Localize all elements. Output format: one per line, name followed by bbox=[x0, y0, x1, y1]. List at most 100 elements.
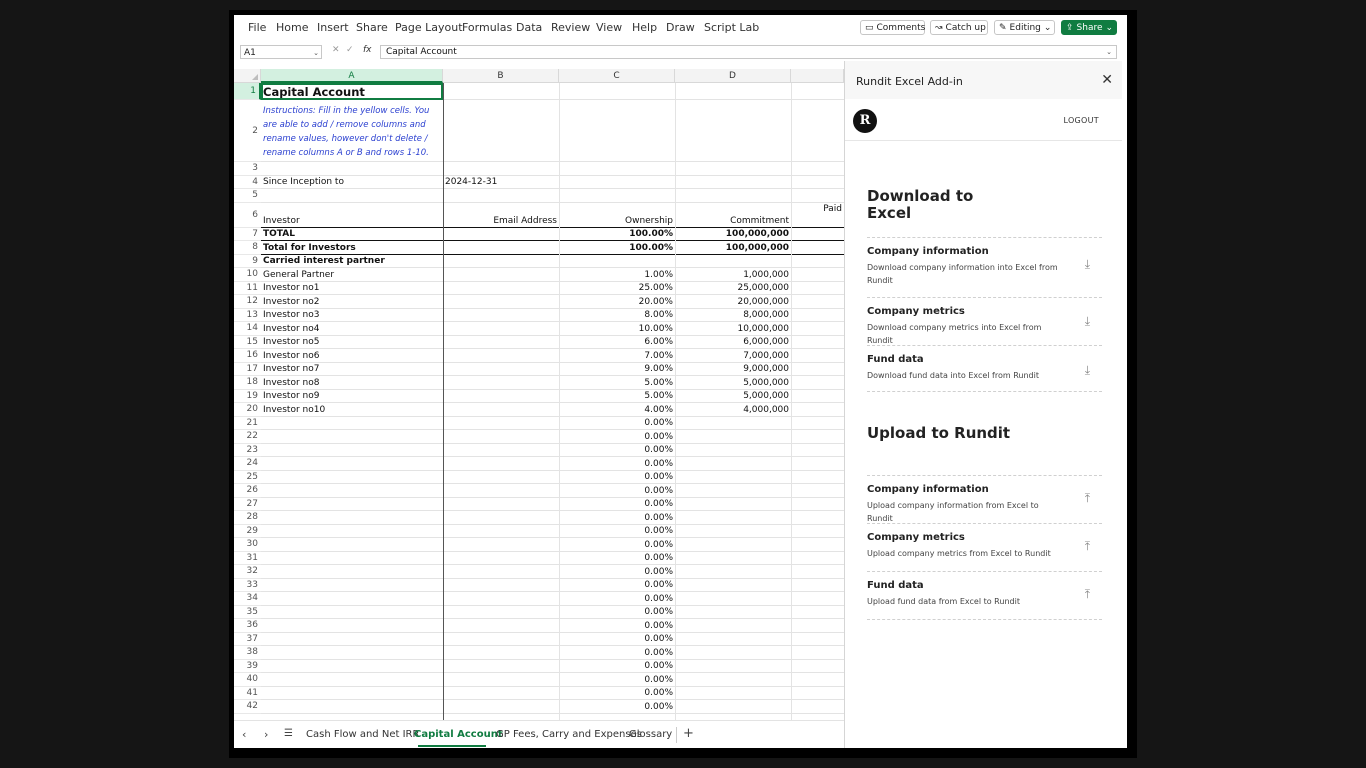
cell-c[interactable]: 0.00% bbox=[561, 553, 673, 563]
row-header[interactable]: 31 bbox=[234, 551, 261, 565]
row-header[interactable]: 26 bbox=[234, 484, 261, 498]
column-header-d[interactable]: D bbox=[675, 69, 791, 83]
row-header[interactable]: 12 bbox=[234, 295, 261, 309]
cell-a[interactable]: TOTAL bbox=[263, 229, 441, 239]
cell-c[interactable]: Ownership bbox=[561, 216, 673, 226]
all-sheets-icon[interactable]: ☰ bbox=[284, 728, 293, 739]
row-header[interactable]: 27 bbox=[234, 497, 261, 511]
row-header[interactable]: 23 bbox=[234, 443, 261, 457]
menu-help[interactable]: Help bbox=[632, 21, 657, 34]
row-header[interactable]: 19 bbox=[234, 389, 261, 403]
menu-formulas[interactable]: Formulas bbox=[462, 21, 512, 34]
cell-c[interactable]: 20.00% bbox=[561, 297, 673, 307]
row-header[interactable]: 7 bbox=[234, 227, 261, 241]
cell-d[interactable]: Commitment bbox=[677, 216, 789, 226]
download-fund-data[interactable]: Fund data Download fund data into Excel … bbox=[867, 345, 1102, 393]
row-header[interactable]: 11 bbox=[234, 281, 261, 295]
row-header[interactable]: 25 bbox=[234, 470, 261, 484]
select-all-corner[interactable] bbox=[234, 69, 261, 83]
row-header[interactable]: 32 bbox=[234, 565, 261, 579]
row-header[interactable]: 13 bbox=[234, 308, 261, 322]
download-icon[interactable]: ⤓ bbox=[1085, 314, 1090, 329]
cell-a[interactable]: Total for Investors bbox=[263, 243, 441, 253]
menu-insert[interactable]: Insert bbox=[317, 21, 349, 34]
cell-b[interactable]: 2024-12-31 bbox=[445, 177, 557, 187]
row-header[interactable]: 5 bbox=[234, 189, 261, 203]
menu-data[interactable]: Data bbox=[516, 21, 542, 34]
menu-file[interactable]: File bbox=[248, 21, 266, 34]
cell-a[interactable]: General Partner bbox=[263, 270, 441, 280]
cell-c[interactable]: 0.00% bbox=[561, 621, 673, 631]
cell-c[interactable]: 0.00% bbox=[561, 432, 673, 442]
sheet-tab-capital-account[interactable]: Capital Account bbox=[414, 729, 503, 740]
row-header[interactable]: 33 bbox=[234, 578, 261, 592]
row-header[interactable]: 2 bbox=[234, 100, 261, 162]
comments-button[interactable]: ▭ Comments bbox=[860, 20, 925, 35]
row-header[interactable]: 34 bbox=[234, 592, 261, 606]
cell-c[interactable]: 4.00% bbox=[561, 405, 673, 415]
menu-script-lab[interactable]: Script Lab bbox=[704, 21, 759, 34]
menu-page-layout[interactable]: Page Layout bbox=[395, 21, 463, 34]
cell-d[interactable]: 1,000,000 bbox=[677, 270, 789, 280]
row-header[interactable]: 30 bbox=[234, 538, 261, 552]
cell-c[interactable]: 0.00% bbox=[561, 418, 673, 428]
row-header[interactable]: 8 bbox=[234, 241, 261, 255]
cell-a[interactable]: Investor no1 bbox=[263, 283, 441, 293]
row-header[interactable]: 24 bbox=[234, 457, 261, 471]
row-header[interactable]: 28 bbox=[234, 511, 261, 525]
menu-home[interactable]: Home bbox=[276, 21, 308, 34]
logout-button[interactable]: LOGOUT bbox=[1063, 116, 1099, 125]
upload-icon[interactable]: ⤒ bbox=[1085, 491, 1090, 506]
row-header[interactable]: 22 bbox=[234, 430, 261, 444]
cell-a[interactable]: Since Inception to bbox=[263, 177, 441, 187]
row-header[interactable]: 41 bbox=[234, 686, 261, 700]
row-header[interactable]: 29 bbox=[234, 524, 261, 538]
upload-company-metrics[interactable]: Company metrics Upload company metrics f… bbox=[867, 523, 1102, 571]
cell-a[interactable]: Instructions: Fill in the yellow cells. … bbox=[263, 104, 441, 160]
cell-d[interactable]: 25,000,000 bbox=[677, 283, 789, 293]
cell-c[interactable]: 100.00% bbox=[561, 229, 673, 239]
row-header[interactable]: 18 bbox=[234, 376, 261, 390]
row-header[interactable]: 35 bbox=[234, 605, 261, 619]
cell-d[interactable]: 5,000,000 bbox=[677, 378, 789, 388]
cell-c[interactable]: 0.00% bbox=[561, 675, 673, 685]
cell-d[interactable]: 100,000,000 bbox=[677, 243, 789, 253]
cell-a[interactable]: Carried interest partner bbox=[263, 256, 441, 266]
chevron-right-icon[interactable]: › bbox=[264, 728, 268, 741]
cell-c[interactable]: 0.00% bbox=[561, 540, 673, 550]
download-company-information[interactable]: Company information Download company inf… bbox=[867, 237, 1102, 287]
upload-fund-data[interactable]: Fund data Upload fund data from Excel to… bbox=[867, 571, 1102, 619]
chevron-down-icon[interactable]: ⌄ bbox=[313, 46, 319, 60]
row-header[interactable]: 14 bbox=[234, 322, 261, 336]
row-header[interactable]: 39 bbox=[234, 659, 261, 673]
cell-c[interactable]: 0.00% bbox=[561, 499, 673, 509]
catch-up-button[interactable]: ↝ Catch up bbox=[930, 20, 988, 35]
cell-c[interactable]: 5.00% bbox=[561, 378, 673, 388]
row-header[interactable]: 20 bbox=[234, 403, 261, 417]
row-header[interactable]: 16 bbox=[234, 349, 261, 363]
upload-icon[interactable]: ⤒ bbox=[1085, 587, 1090, 602]
column-header-e[interactable] bbox=[791, 69, 844, 83]
cell-c[interactable]: 0.00% bbox=[561, 702, 673, 712]
row-header[interactable]: 10 bbox=[234, 268, 261, 282]
cell-b[interactable]: Email Address bbox=[445, 216, 557, 226]
cell-a[interactable]: Investor no10 bbox=[263, 405, 441, 415]
row-header[interactable]: 17 bbox=[234, 362, 261, 376]
row-header[interactable]: 37 bbox=[234, 632, 261, 646]
row-header[interactable]: 38 bbox=[234, 646, 261, 660]
column-header-c[interactable]: C bbox=[559, 69, 675, 83]
cell-d[interactable]: 20,000,000 bbox=[677, 297, 789, 307]
cell-a[interactable]: Investor no7 bbox=[263, 364, 441, 374]
cell-e[interactable]: Paid bbox=[793, 204, 842, 214]
menu-share[interactable]: Share bbox=[356, 21, 388, 34]
cell-d[interactable]: 8,000,000 bbox=[677, 310, 789, 320]
menu-view[interactable]: View bbox=[596, 21, 622, 34]
cell-c[interactable]: 0.00% bbox=[561, 648, 673, 658]
chevron-left-icon[interactable]: ‹ bbox=[242, 728, 246, 741]
cell-c[interactable]: 10.00% bbox=[561, 324, 673, 334]
cell-d[interactable]: 100,000,000 bbox=[677, 229, 789, 239]
cell-c[interactable]: 8.00% bbox=[561, 310, 673, 320]
close-icon[interactable]: ✕ bbox=[1101, 72, 1113, 88]
cell-c[interactable]: 0.00% bbox=[561, 607, 673, 617]
cell-c[interactable]: 0.00% bbox=[561, 513, 673, 523]
